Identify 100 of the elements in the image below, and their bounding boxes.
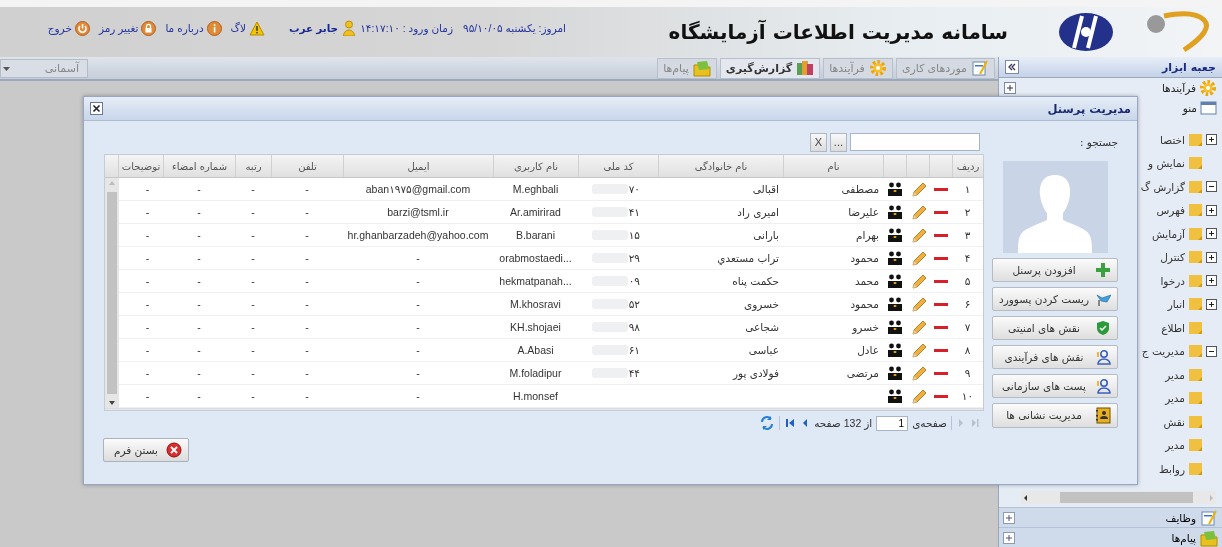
people-icon[interactable] <box>886 319 903 335</box>
column-header[interactable]: نام <box>783 155 883 177</box>
action-button[interactable]: نقش های فرآیندی <box>992 344 1118 370</box>
tree-item[interactable]: کنترل <box>1160 251 1185 264</box>
pencil-icon[interactable] <box>909 181 926 197</box>
tree-item[interactable]: اختصا <box>1160 133 1185 146</box>
tree-item[interactable]: مدیریت ج <box>1141 345 1185 358</box>
sidebar-section[interactable]: وظایف <box>1019 511 1196 524</box>
people-icon[interactable] <box>886 342 903 358</box>
tree-item[interactable]: انبار <box>1167 298 1185 311</box>
clear-button[interactable]: X <box>809 132 827 152</box>
expand-icon[interactable] <box>1206 228 1217 240</box>
column-header[interactable]: نام کاربری <box>493 155 578 177</box>
expand-icon[interactable] <box>1206 298 1217 310</box>
table-cell: ۲۹ <box>628 252 640 264</box>
column-header[interactable]: تلفن <box>271 155 343 177</box>
action-button[interactable]: پست های سازمانی <box>992 373 1118 399</box>
column-header[interactable]: ایمیل <box>343 155 493 177</box>
column-header[interactable]: شماره امضاء <box>163 155 235 177</box>
header-link[interactable]: تغییر رمز <box>98 20 157 36</box>
header-link[interactable]: لاگ <box>230 20 265 36</box>
right-arrow-icon <box>1207 492 1216 503</box>
info-icon <box>206 20 222 36</box>
table-cell-text: ۵ <box>963 275 972 287</box>
close-icon[interactable] <box>90 102 103 115</box>
tree-item[interactable]: مدیر <box>1165 439 1185 452</box>
search-field[interactable] <box>850 133 980 151</box>
expand-icon[interactable] <box>1206 251 1217 263</box>
tree-item[interactable]: روابط <box>1159 462 1185 475</box>
refresh-icon[interactable] <box>759 415 776 431</box>
notepad-icon <box>1200 508 1218 527</box>
tree-item[interactable]: اطلاع <box>1161 321 1185 334</box>
tree-item[interactable]: نقش <box>1163 415 1185 428</box>
toolbar-tab[interactable]: گزارش‌گیری <box>719 57 821 79</box>
tree-item[interactable]: نمایش و <box>1148 157 1185 170</box>
pencil-icon[interactable] <box>909 250 926 266</box>
search-label: جستجو : <box>1078 136 1118 148</box>
table-cell-text: ۳ <box>963 229 972 241</box>
table-cell-text: A.Abasi <box>516 344 555 356</box>
people-icon[interactable] <box>886 181 903 197</box>
table-cell-text: - <box>415 344 421 356</box>
column-header[interactable]: کد ملی <box>578 155 658 177</box>
sidebar-section[interactable]: فرآیندها <box>1161 82 1196 94</box>
table-cell-text: - <box>415 275 421 287</box>
action-button[interactable]: افزودن پرسنل <box>992 257 1118 283</box>
tree-item[interactable]: آزمایش <box>1151 227 1185 240</box>
table-cell-text: مصطفی <box>840 183 880 195</box>
people-icon[interactable] <box>886 227 903 243</box>
expand-icon[interactable] <box>1206 134 1217 146</box>
browse-button[interactable]: ... <box>829 132 847 152</box>
pencil-icon[interactable] <box>909 204 926 220</box>
pencil-icon[interactable] <box>909 319 926 335</box>
collapse-icon[interactable] <box>1206 345 1217 357</box>
expand-icon[interactable] <box>1206 275 1217 287</box>
pencil-icon[interactable] <box>909 296 926 312</box>
pencil-icon[interactable] <box>909 273 926 289</box>
sidebar-section[interactable]: منو <box>1182 102 1197 114</box>
table-cell-text: - <box>144 275 151 287</box>
action-button[interactable]: نقش های امنیتی <box>992 315 1118 341</box>
people-icon[interactable] <box>886 388 903 404</box>
header-link[interactable]: خروج <box>47 20 90 36</box>
page-field[interactable]: 1 <box>876 415 909 431</box>
table-cell-text: شجاعی <box>744 321 780 333</box>
pencil-icon[interactable] <box>909 365 926 381</box>
page-label: صفحه‌ی <box>912 417 947 429</box>
people-icon[interactable] <box>886 250 903 266</box>
table-cell-text: عادل <box>856 344 880 356</box>
table-cell: ۴۱ <box>628 206 640 218</box>
people-icon[interactable] <box>886 273 903 289</box>
people-icon[interactable] <box>886 296 903 312</box>
tree-item[interactable]: مدیر <box>1165 368 1185 381</box>
people-icon[interactable] <box>886 365 903 381</box>
table-cell-text: حکمت پناه <box>731 275 780 287</box>
close-form-button[interactable]: بستن فرم <box>103 438 189 462</box>
pencil-icon[interactable] <box>909 342 926 358</box>
first-page-icon[interactable] <box>784 417 797 429</box>
collapse-icon[interactable] <box>1206 181 1217 193</box>
column-header[interactable]: ردیف <box>952 155 983 177</box>
sidebar-section[interactable]: پیام‌ها <box>1019 531 1196 544</box>
action-button[interactable]: ریست کردن پسوورد <box>992 286 1118 312</box>
table-cell-text: - <box>250 367 256 379</box>
tree-item[interactable]: درخوا <box>1160 274 1185 287</box>
tree-item[interactable]: فهرس <box>1156 204 1185 217</box>
column-header[interactable]: رتبه <box>235 155 271 177</box>
header-link[interactable]: درباره ما <box>165 20 222 36</box>
tree-item[interactable]: مدیر <box>1165 392 1185 405</box>
people-icon[interactable] <box>886 204 903 220</box>
table-cell-text: عباسی <box>747 344 780 356</box>
collapse-button[interactable] <box>1005 60 1019 74</box>
table-cell-text: ۱۰ <box>960 390 975 402</box>
tree-item[interactable]: گزارش گ <box>1140 180 1185 193</box>
expand-icon[interactable] <box>1206 204 1217 216</box>
table-cell-text: - <box>144 229 151 241</box>
pencil-icon[interactable] <box>909 227 926 243</box>
note-icon <box>1188 179 1203 194</box>
column-header[interactable]: نام خانوادگی <box>658 155 783 177</box>
pencil-icon[interactable] <box>909 388 926 404</box>
action-button[interactable]: مدیریت نشانی ها <box>992 403 1118 428</box>
column-header[interactable]: توضیحات <box>118 155 163 177</box>
table-cell-text: - <box>250 298 256 310</box>
